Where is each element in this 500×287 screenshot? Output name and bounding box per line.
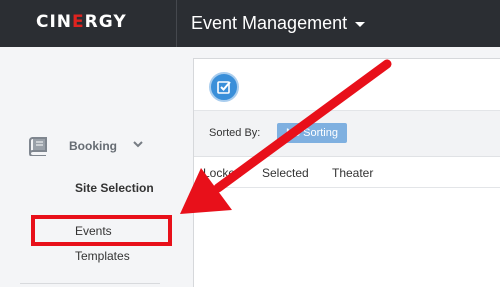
cinergy-logo[interactable]: CINERGY [36, 12, 127, 32]
sort-chip[interactable]: No Sorting [277, 123, 347, 143]
module-dropdown[interactable]: Event Management [177, 0, 379, 47]
book-icon [28, 137, 47, 156]
sidebar: Booking Site Selection Events Templates [0, 47, 185, 287]
column-header-locked[interactable]: Locked [203, 166, 242, 180]
sidebar-item-booking-label: Booking [69, 139, 117, 153]
logo-text-e: E [72, 12, 85, 32]
logo-text-right: RGY [84, 12, 127, 32]
module-title: Event Management [191, 13, 348, 33]
main-panel: Sorted By: No Sorting Locked Selected Th… [193, 58, 500, 287]
checkbox-icon [217, 81, 231, 94]
top-bar: CINERGY Event Management [0, 0, 500, 47]
chevron-down-icon[interactable] [131, 137, 145, 151]
annotation-highlight-box [31, 215, 172, 246]
toolbar [194, 59, 500, 111]
column-header-theater[interactable]: Theater [332, 166, 373, 180]
select-all-button[interactable] [209, 72, 239, 102]
caret-down-icon [355, 22, 366, 27]
sidebar-divider [20, 283, 160, 284]
table-header: Locked Selected Theater [194, 157, 500, 188]
sidebar-item-templates[interactable]: Templates [75, 249, 130, 263]
column-header-selected[interactable]: Selected [262, 166, 309, 180]
sort-bar: Sorted By: No Sorting [194, 111, 500, 157]
sidebar-item-site-selection[interactable]: Site Selection [75, 178, 155, 198]
sidebar-item-booking[interactable]: Booking [27, 135, 167, 157]
sorted-by-label: Sorted By: [209, 127, 261, 139]
logo-area: CINERGY [0, 0, 177, 47]
logo-text-left: CIN [36, 12, 73, 32]
